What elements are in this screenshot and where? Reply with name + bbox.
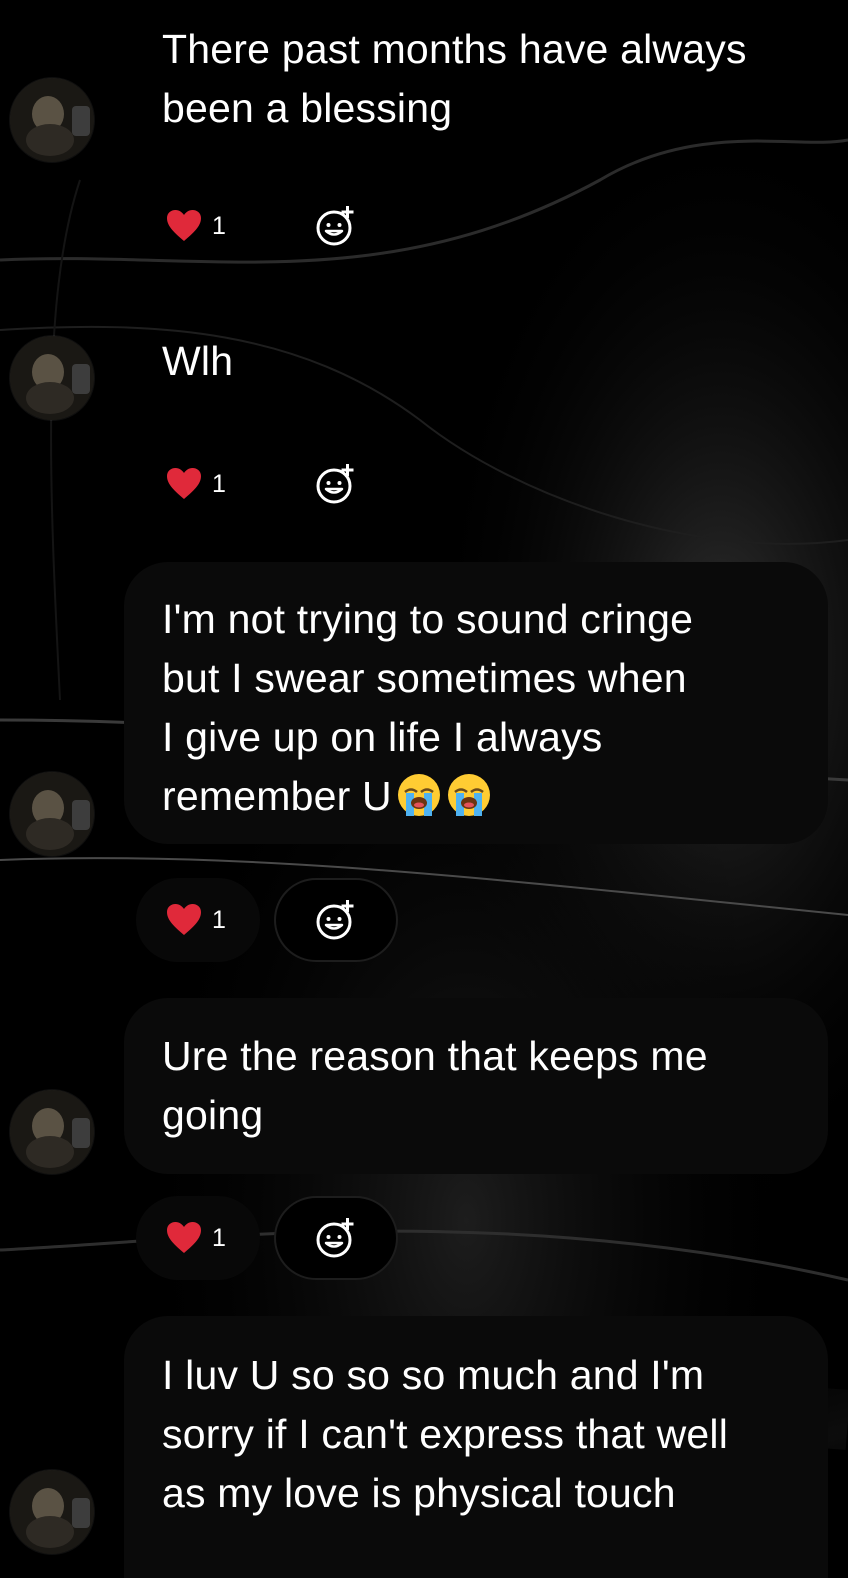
message-text: I luv U so so so much and I'm sorry if I… [162,1352,729,1516]
message-bubble[interactable]: I'm not trying to sound cringe but I swe… [124,562,828,844]
message-text: I'm not trying to sound cringe but I swe… [162,590,808,826]
message-text: Wlh [162,338,234,384]
avatar[interactable] [10,1470,94,1554]
message-bubble[interactable]: There past months have always been a ble… [124,0,828,160]
reaction-pill[interactable]: 1 [136,442,260,526]
reaction-pill[interactable]: 1 [136,878,260,962]
add-reaction-button[interactable] [274,1196,398,1280]
loudly-crying-face-icon [396,772,442,818]
reaction-count: 1 [212,211,226,240]
add-emoji-icon [316,206,354,246]
add-emoji-icon [316,1218,354,1258]
message-text: There past months have always been a ble… [162,26,747,131]
add-emoji-icon [316,464,354,504]
loudly-crying-face-icon [446,772,492,818]
reaction-count: 1 [212,1223,226,1252]
heart-icon [167,1222,201,1253]
heart-icon [167,904,201,935]
add-reaction-button[interactable] [274,184,398,268]
reaction-pill[interactable]: 1 [136,1196,260,1280]
message-bubble[interactable]: Wlh [124,326,828,406]
avatar[interactable] [10,336,94,420]
heart-icon [167,468,201,499]
reaction-count: 1 [212,469,226,498]
message-bubble[interactable]: Ure the reason that keeps me going [124,998,828,1174]
avatar[interactable] [10,772,94,856]
avatar[interactable] [10,1090,94,1174]
reaction-count: 1 [212,905,226,934]
message-text: Ure the reason that keeps me going [162,1033,708,1138]
add-reaction-button[interactable] [274,878,398,962]
message-bubble[interactable]: I luv U so so so much and I'm sorry if I… [124,1316,828,1578]
avatar[interactable] [10,78,94,162]
add-emoji-icon [316,900,354,940]
add-reaction-button[interactable] [274,442,398,526]
heart-icon [167,210,201,241]
reaction-pill[interactable]: 1 [136,184,260,268]
